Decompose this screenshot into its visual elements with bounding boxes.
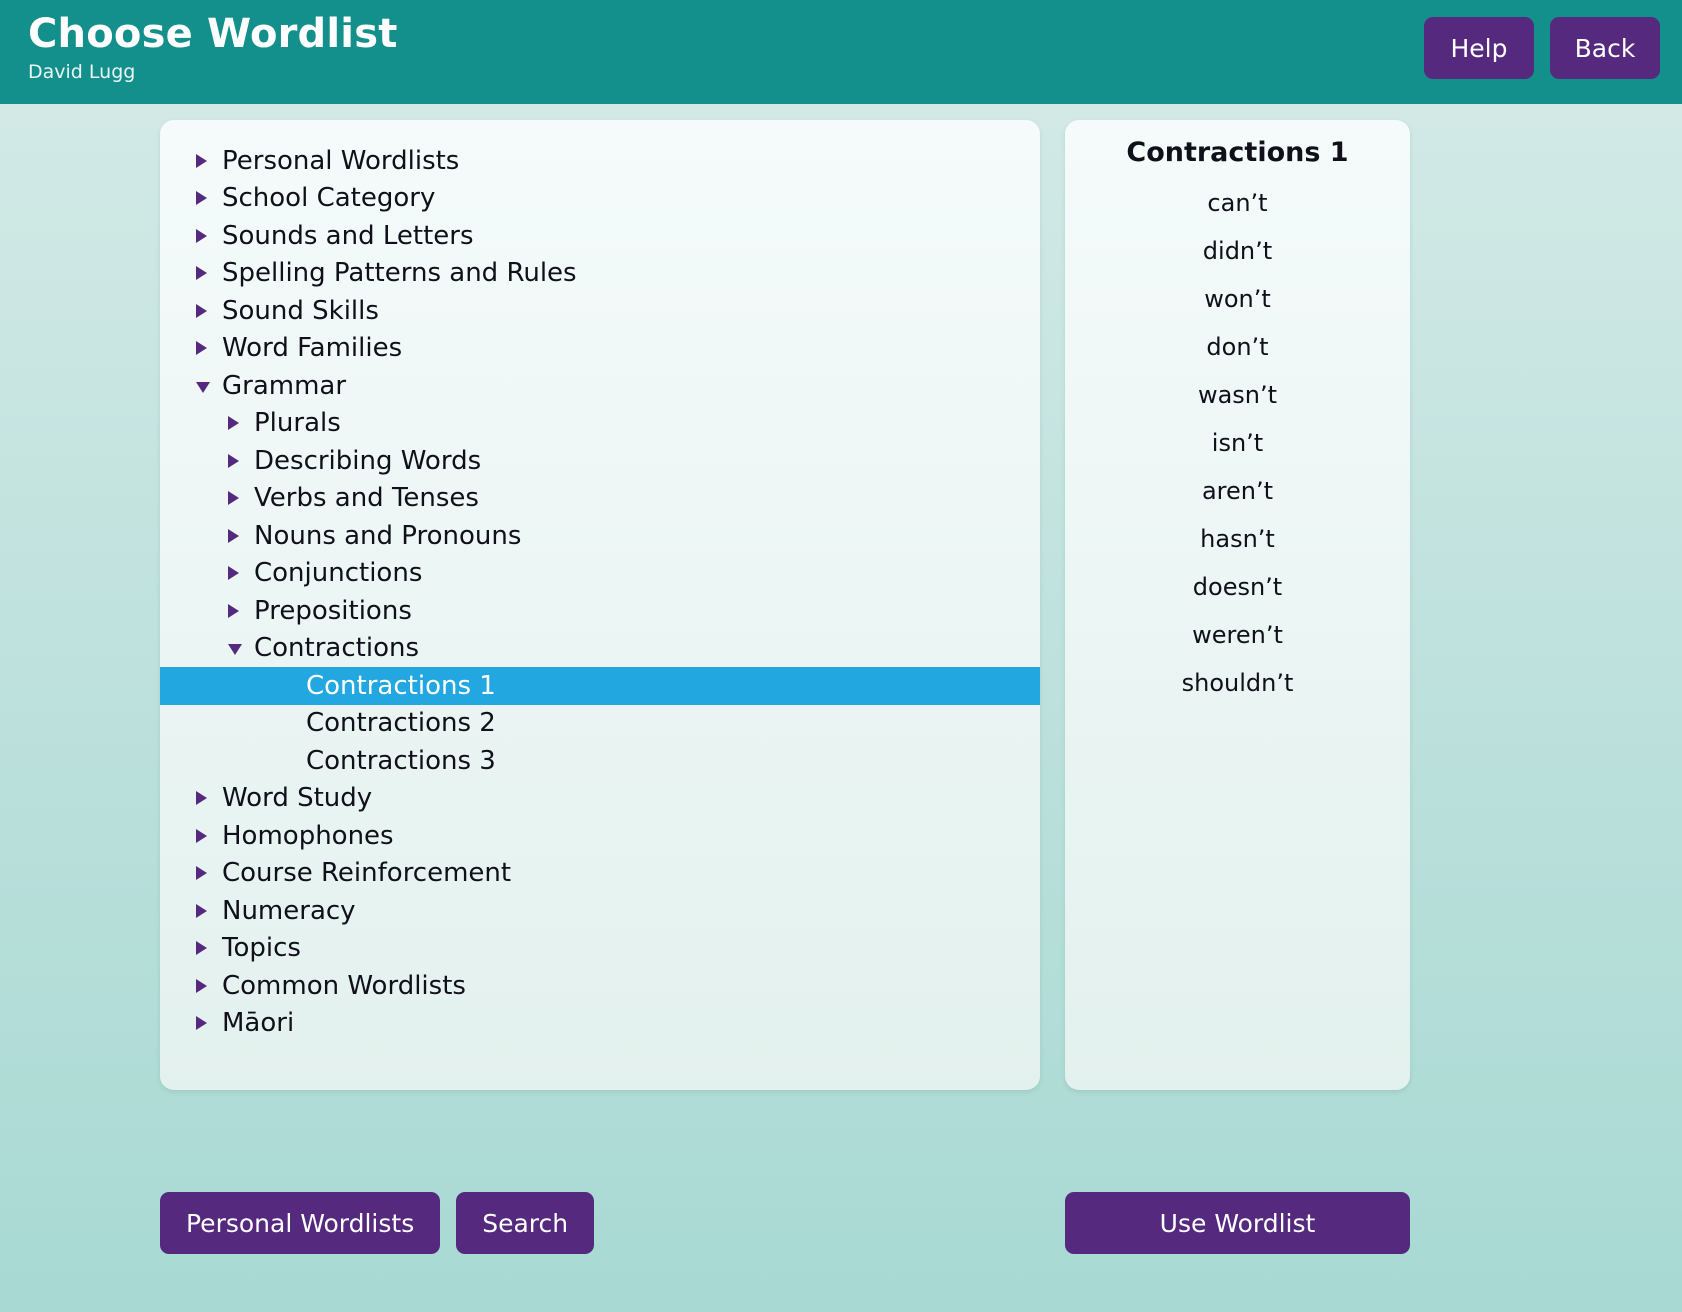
word-item: don’t [1206,333,1269,361]
personal-wordlists-button[interactable]: Personal Wordlists [160,1192,441,1254]
triangle-right-icon[interactable] [196,266,216,280]
tree-item-label: Verbs and Tenses [254,483,479,514]
triangle-right-icon[interactable] [228,604,248,618]
right-footer-actions: Use Wordlist [1065,1192,1410,1254]
tree-item-verbs-and-tenses[interactable]: Verbs and Tenses [160,480,1040,518]
triangle-right-icon[interactable] [228,529,248,543]
wordlist-words: can’t didn’t won’t don’t wasn’t isn’t aren’t ha… [1065,179,1410,707]
page-title: Choose Wordlist [28,11,398,57]
header-actions: Help Back [1424,17,1660,79]
tree-item-topics[interactable]: Topics [160,930,1040,968]
tree-item-grammar[interactable]: Grammar [160,367,1040,405]
tree-item-conjunctions[interactable]: Conjunctions [160,555,1040,593]
word-item: weren’t [1192,621,1283,649]
word-item: hasn’t [1200,525,1275,553]
tree-item-school-category[interactable]: School Category [160,180,1040,218]
tree-item-label: Describing Words [254,445,482,476]
word-item: didn’t [1202,237,1273,265]
tree-item-course-reinforcement[interactable]: Course Reinforcement [160,855,1040,893]
word-item: won’t [1204,285,1271,313]
triangle-right-icon[interactable] [196,229,216,243]
tree-item-label: Course Reinforcement [222,858,512,889]
back-button[interactable]: Back [1550,17,1660,79]
wordlist-title: Contractions 1 [1126,137,1349,168]
tree-item-numeracy[interactable]: Numeracy [160,892,1040,930]
tree-item-contractions-3[interactable]: Contractions 3 [160,742,1040,780]
tree-item-label: Homophones [222,820,394,851]
tree-item-label: Word Study [222,783,373,814]
tree-item-contractions[interactable]: Contractions [160,630,1040,668]
tree-item-label: Nouns and Pronouns [254,520,522,551]
tree-item-contractions-1[interactable]: Contractions 1 [160,667,1040,705]
tree-item-label: Word Families [222,333,403,364]
triangle-right-icon[interactable] [196,191,216,205]
tree-item-common-wordlists[interactable]: Common Wordlists [160,967,1040,1005]
tree-item-homophones[interactable]: Homophones [160,817,1040,855]
tree-item-sound-skills[interactable]: Sound Skills [160,292,1040,330]
triangle-right-icon[interactable] [228,566,248,580]
triangle-right-icon[interactable] [228,454,248,468]
word-item: can’t [1207,189,1268,217]
tree-item-label: Sounds and Letters [222,220,474,251]
tree-item-plurals[interactable]: Plurals [160,405,1040,443]
word-item: shouldn’t [1181,669,1294,697]
use-wordlist-button[interactable]: Use Wordlist [1065,1192,1410,1254]
tree-item-spelling-patterns-and-rules[interactable]: Spelling Patterns and Rules [160,255,1040,293]
user-name: David Lugg [28,61,136,83]
triangle-right-icon[interactable] [196,791,216,805]
word-item: aren’t [1201,477,1274,505]
tree-item-label: Numeracy [222,895,356,926]
tree-item-label: Sound Skills [222,295,379,326]
tree-item-label: Spelling Patterns and Rules [222,258,577,289]
triangle-right-icon[interactable] [196,904,216,918]
tree-item-label: Plurals [254,408,341,439]
triangle-down-icon[interactable] [196,379,216,393]
tree-item-label: Contractions 1 [306,670,496,701]
tree-item-label: Grammar [222,370,347,401]
tree-item-nouns-and-pronouns[interactable]: Nouns and Pronouns [160,517,1040,555]
header-titles: Choose Wordlist David Lugg [28,10,398,85]
wordlist-tree: Personal Wordlists School Category Sounds … [160,142,1040,1042]
help-button[interactable]: Help [1424,17,1534,79]
tree-item-label: Contractions [254,633,420,664]
search-button[interactable]: Search [456,1192,595,1254]
tree-item-contractions-2[interactable]: Contractions 2 [160,705,1040,743]
triangle-right-icon[interactable] [196,1016,216,1030]
triangle-down-icon[interactable] [228,641,248,655]
word-item: doesn’t [1192,573,1283,601]
triangle-right-icon[interactable] [196,866,216,880]
tree-item-label: Prepositions [254,595,412,626]
tree-item-label: Contractions 3 [306,745,496,776]
tree-item-label: Common Wordlists [222,970,466,1001]
word-item: wasn’t [1197,381,1278,409]
left-footer-actions: Personal Wordlists Search [160,1192,595,1254]
wordlist-preview-panel: Contractions 1 can’t didn’t won’t don’t wasn… [1065,120,1410,1090]
triangle-right-icon[interactable] [228,416,248,430]
tree-item-sounds-and-letters[interactable]: Sounds and Letters [160,217,1040,255]
triangle-right-icon[interactable] [196,341,216,355]
triangle-right-icon[interactable] [228,491,248,505]
tree-item-label: Māori [222,1008,295,1039]
tree-item-m-ori[interactable]: Māori [160,1005,1040,1043]
tree-item-describing-words[interactable]: Describing Words [160,442,1040,480]
tree-item-personal-wordlists[interactable]: Personal Wordlists [160,142,1040,180]
triangle-right-icon[interactable] [196,304,216,318]
tree-item-prepositions[interactable]: Prepositions [160,592,1040,630]
triangle-right-icon[interactable] [196,941,216,955]
triangle-right-icon[interactable] [196,829,216,843]
word-item: isn’t [1211,429,1264,457]
tree-item-label: Contractions 2 [306,708,496,739]
tree-item-label: Personal Wordlists [222,145,460,176]
tree-item-word-study[interactable]: Word Study [160,780,1040,818]
tree-item-label: Conjunctions [254,558,423,589]
tree-item-label: Topics [222,933,301,964]
tree-item-word-families[interactable]: Word Families [160,330,1040,368]
wordlist-tree-panel[interactable]: Personal Wordlists School Category Sounds … [160,120,1040,1090]
app-header: Choose Wordlist David Lugg Help Back [0,0,1682,104]
triangle-right-icon[interactable] [196,979,216,993]
tree-item-label: School Category [222,183,436,214]
triangle-right-icon[interactable] [196,154,216,168]
